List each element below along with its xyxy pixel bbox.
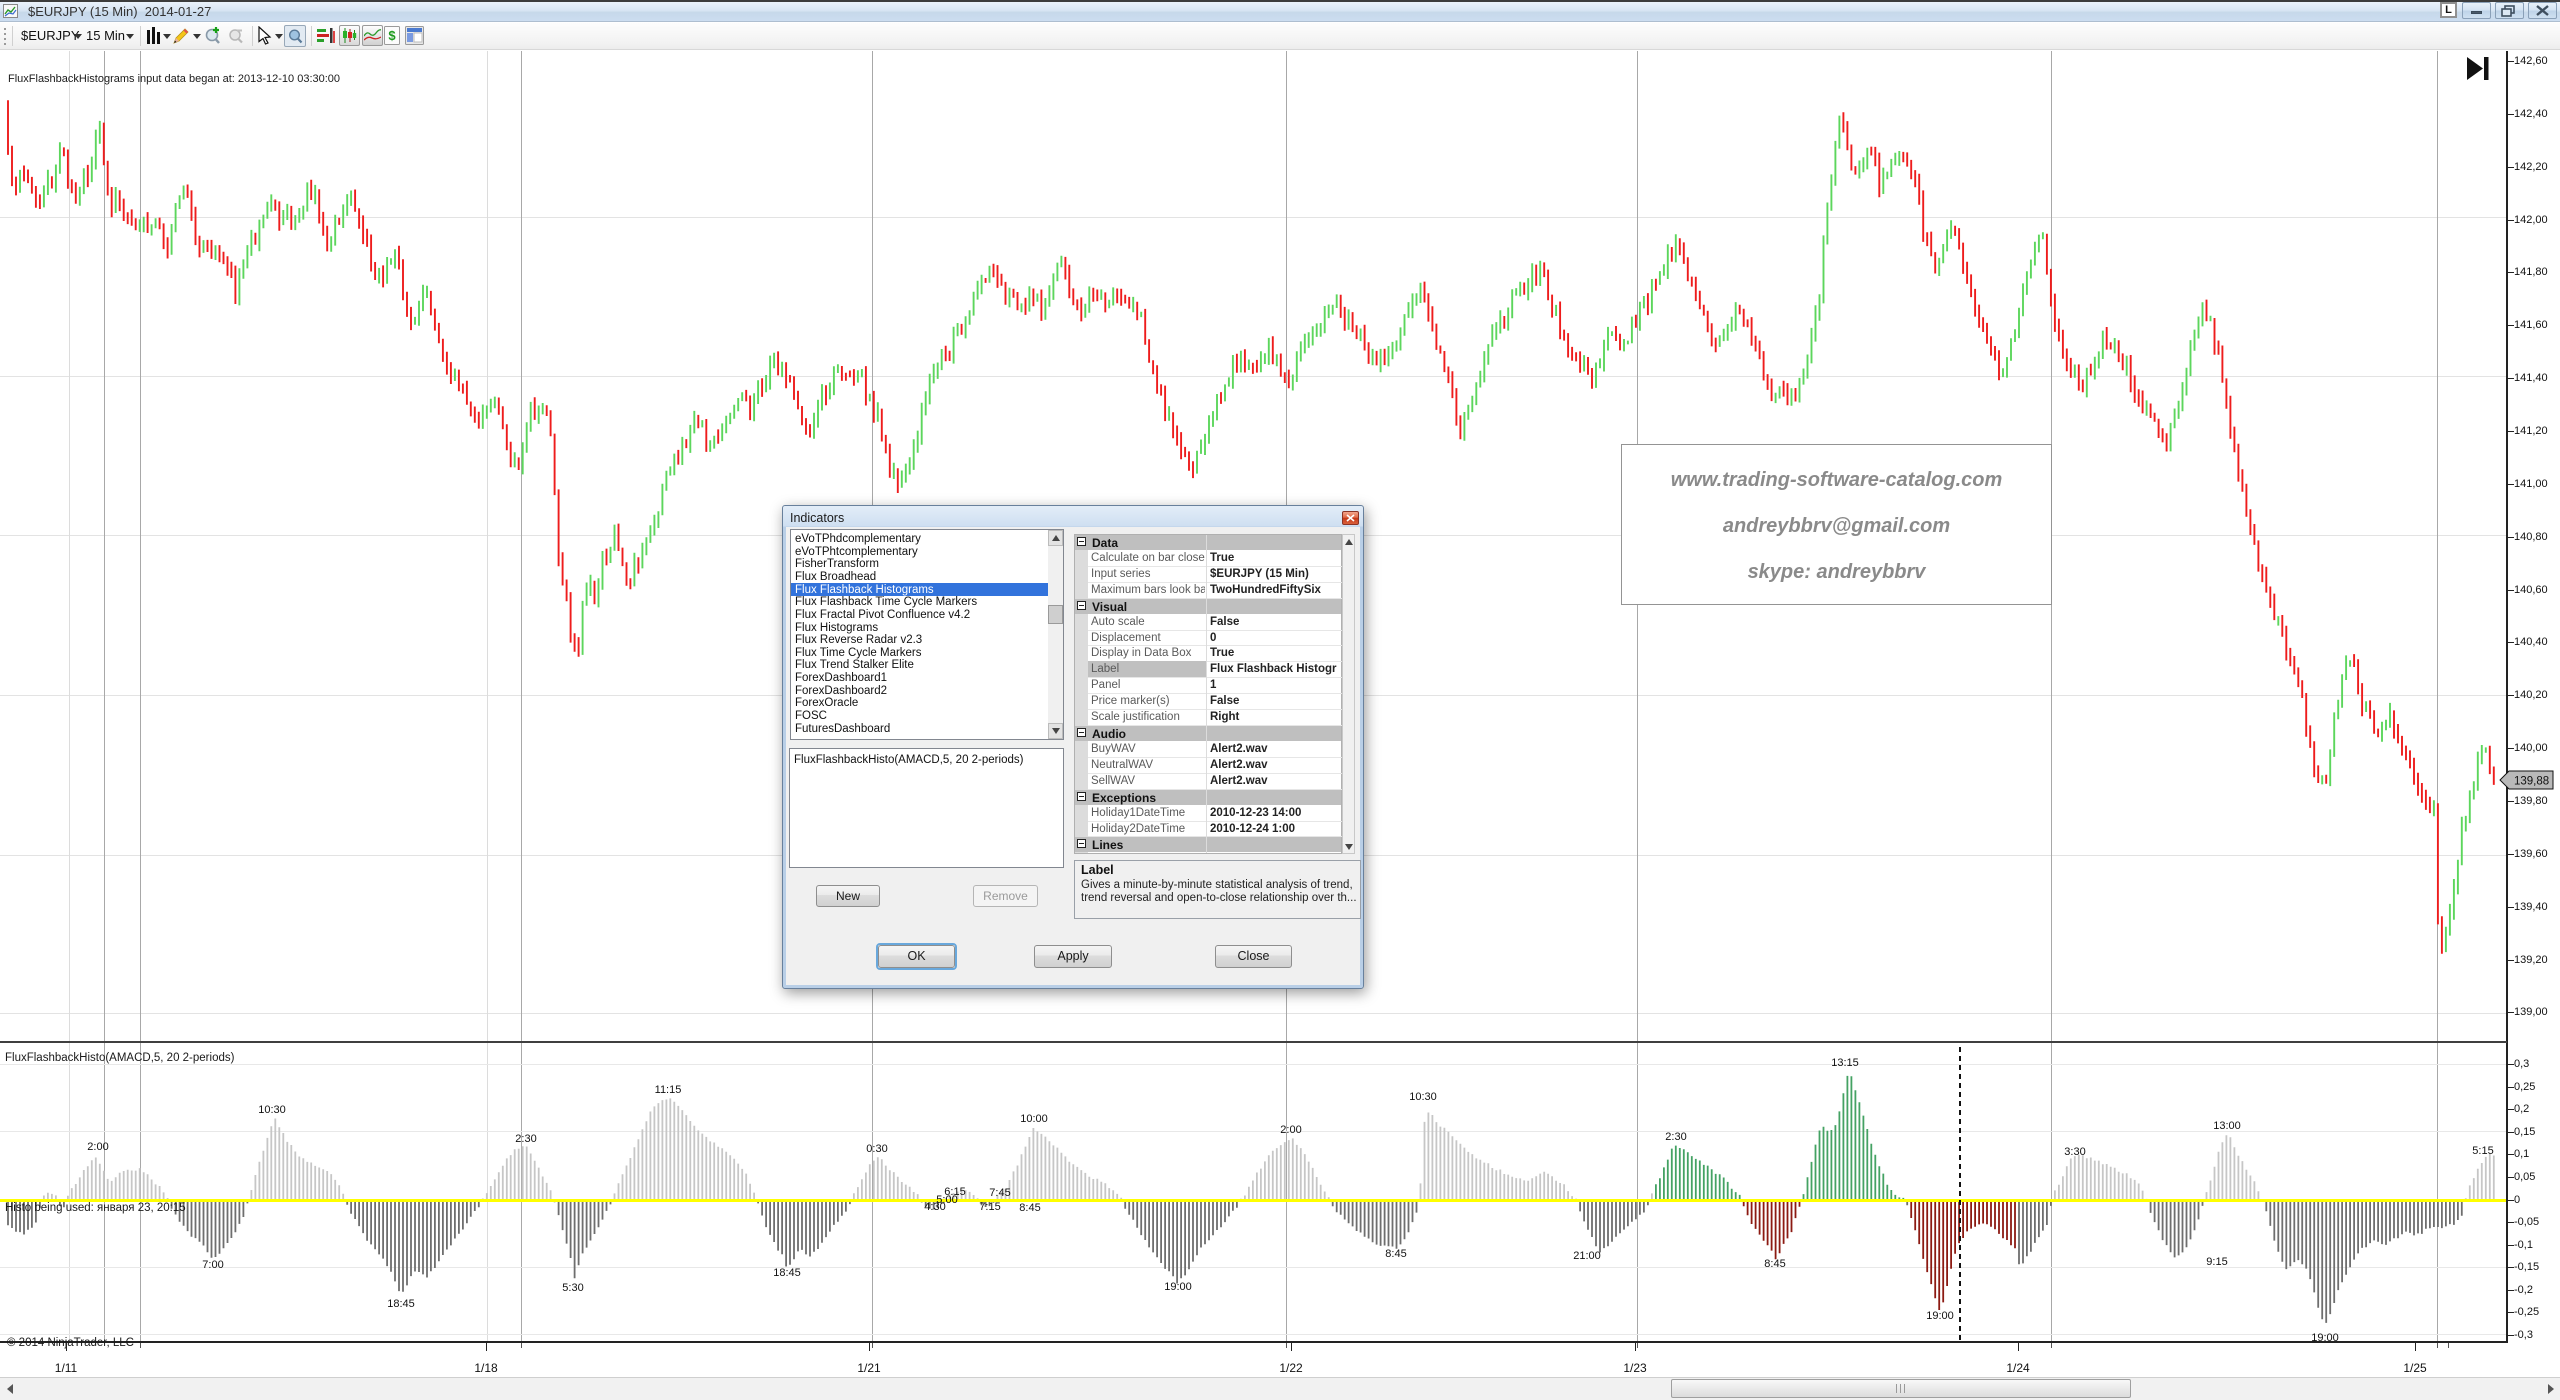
svg-text:139,88: 139,88 <box>2514 776 2549 788</box>
